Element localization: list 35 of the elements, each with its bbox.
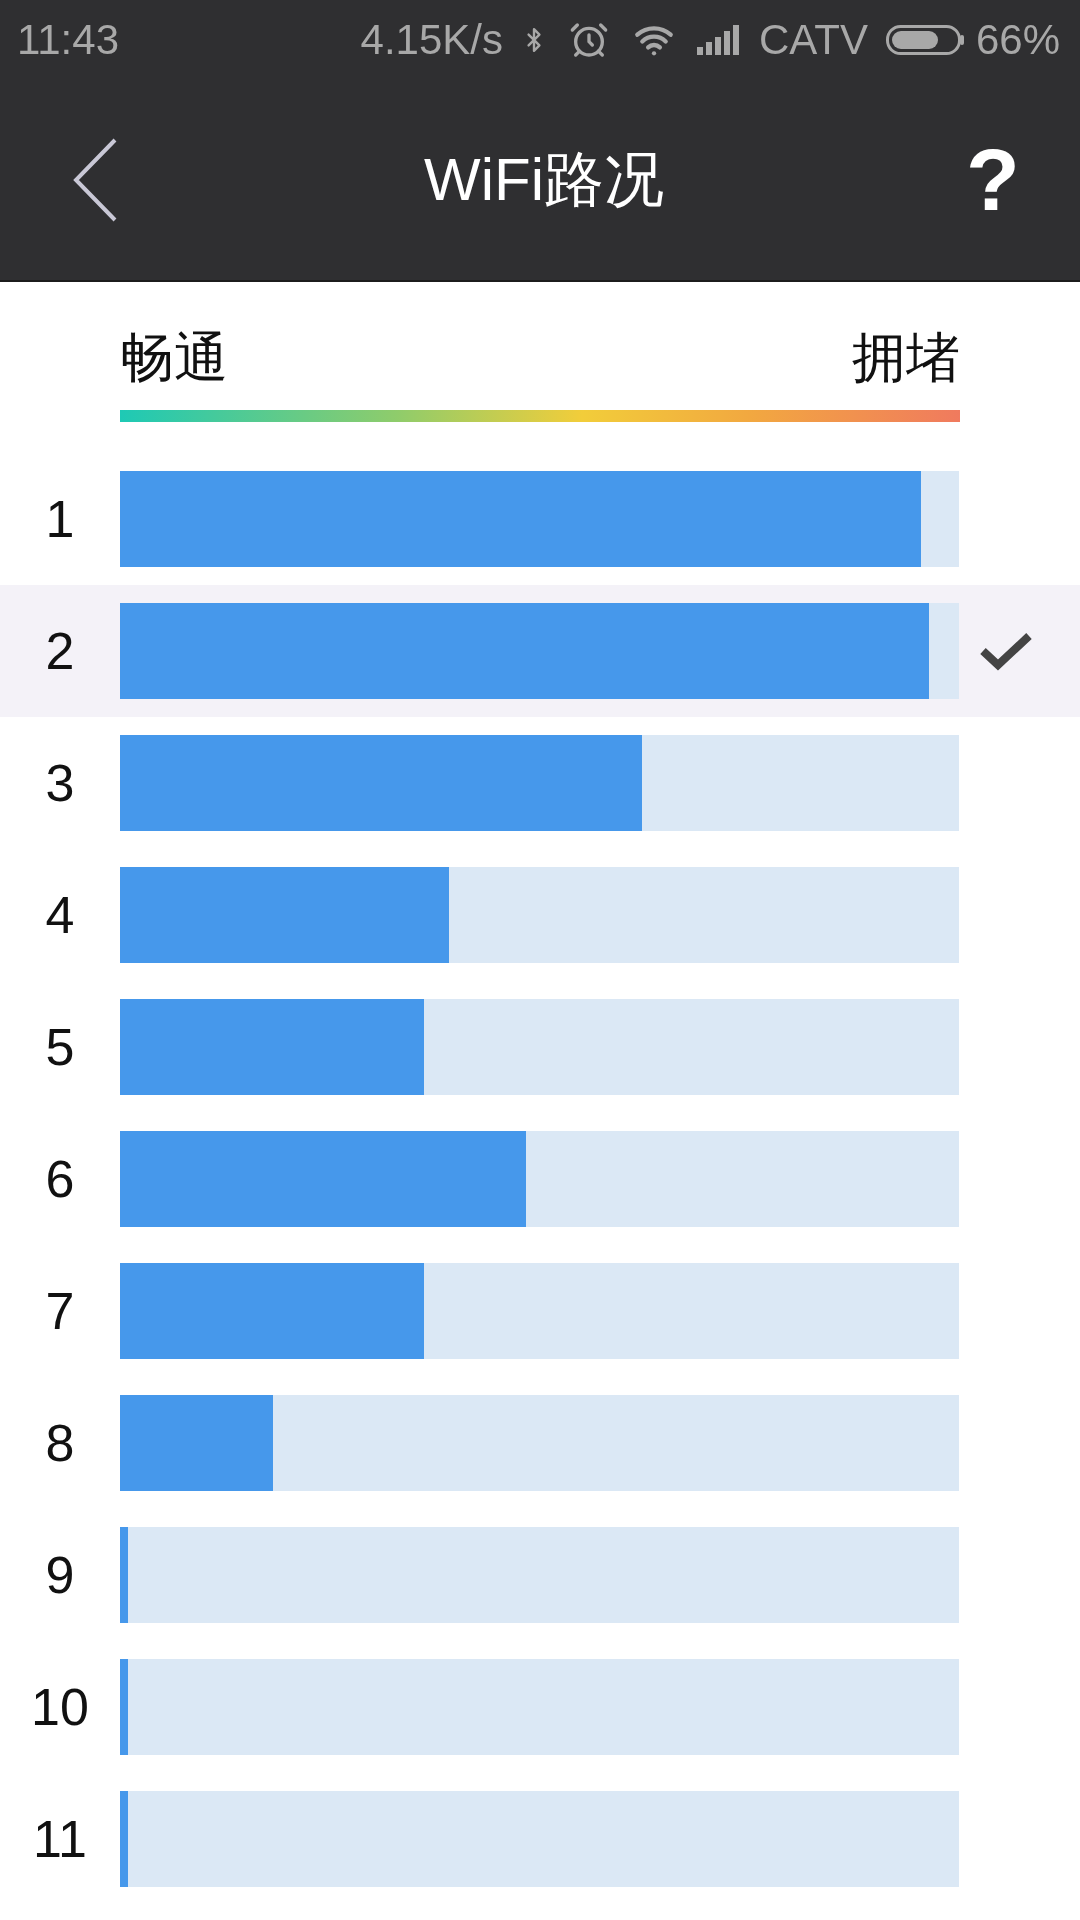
channel-number: 4 bbox=[44, 889, 76, 941]
channel-number: 6 bbox=[44, 1153, 76, 1205]
checkmark-icon bbox=[979, 631, 1033, 671]
channel-row[interactable]: 11 bbox=[0, 1773, 1080, 1905]
channel-number: 8 bbox=[44, 1417, 76, 1469]
channel-row[interactable]: 10 bbox=[0, 1641, 1080, 1773]
channel-number: 5 bbox=[44, 1021, 76, 1073]
help-button[interactable]: ? bbox=[966, 136, 1020, 224]
channel-number: 7 bbox=[44, 1285, 76, 1337]
alarm-clock-icon bbox=[569, 20, 610, 60]
battery-percent: 66% bbox=[975, 19, 1060, 61]
page-title: WiFi路况 bbox=[424, 150, 664, 210]
network-speed: 4.15K/s bbox=[360, 19, 504, 61]
channel-row[interactable]: 1 bbox=[0, 453, 1080, 585]
channel-number: 3 bbox=[44, 757, 76, 809]
channel-number: 2 bbox=[44, 625, 76, 677]
smooth-label: 畅通 bbox=[120, 330, 228, 384]
channel-row[interactable]: 6 bbox=[0, 1113, 1080, 1245]
channel-row[interactable]: 8 bbox=[0, 1377, 1080, 1509]
channel-row[interactable]: 2 bbox=[0, 585, 1080, 717]
channel-row[interactable]: 9 bbox=[0, 1509, 1080, 1641]
channel-number: 9 bbox=[44, 1549, 76, 1601]
channel-row[interactable]: 5 bbox=[0, 981, 1080, 1113]
signal-bars-icon bbox=[697, 25, 740, 55]
channel-row[interactable]: 3 bbox=[0, 717, 1080, 849]
congested-label: 拥堵 bbox=[852, 330, 960, 384]
channel-number: 10 bbox=[30, 1681, 90, 1733]
carrier-name: CATV bbox=[759, 19, 868, 61]
battery-icon bbox=[885, 25, 964, 55]
back-chevron-icon bbox=[72, 138, 118, 222]
channel-row[interactable]: 7 bbox=[0, 1245, 1080, 1377]
channel-row[interactable]: 4 bbox=[0, 849, 1080, 981]
channel-number: 1 bbox=[44, 493, 76, 545]
channel-number: 11 bbox=[32, 1813, 88, 1865]
clock-time: 11:43 bbox=[17, 19, 119, 61]
